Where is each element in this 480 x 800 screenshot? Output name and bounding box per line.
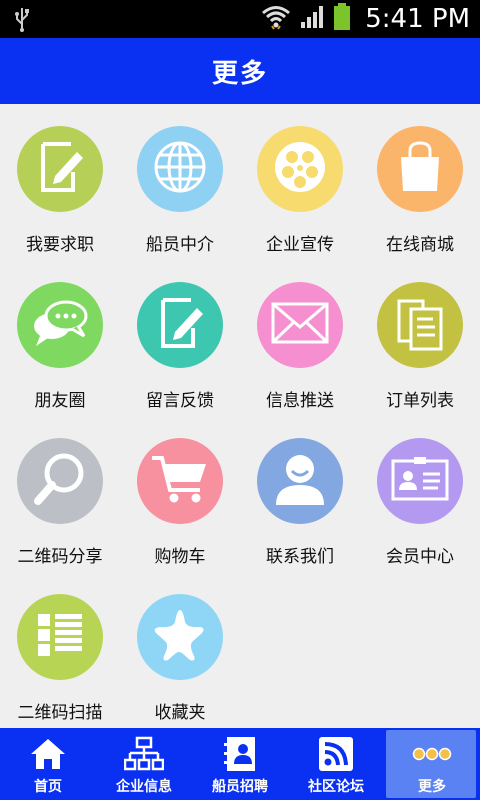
grid-item-qr-share[interactable]: 二维码分享: [0, 416, 120, 572]
grid-item-label: 留言反馈: [146, 391, 214, 411]
grid-circle: [17, 438, 103, 524]
tab-home[interactable]: 首页: [0, 728, 96, 800]
grid-circle: [137, 282, 223, 368]
grid-item-label: 我要求职: [26, 235, 94, 255]
tab-more[interactable]: 更多: [384, 728, 480, 800]
grid-circle: [17, 282, 103, 368]
list-grid-icon: [36, 612, 84, 662]
grid-item-favorites[interactable]: 收藏夹: [120, 572, 240, 728]
battery-icon: [333, 3, 351, 35]
tab-company-info[interactable]: 企业信息: [96, 728, 192, 800]
rss-icon: [288, 734, 384, 774]
shopping-bag-icon: [395, 139, 445, 199]
grid-item-label: 企业宣传: [266, 235, 334, 255]
feature-grid: 我要求职 船员中介 企业宣传 在线商城 朋友圈 留言反馈 信息推送 订单列表 二…: [0, 104, 480, 728]
grid-item-feedback[interactable]: 留言反馈: [120, 260, 240, 416]
status-bar: 5:41 PM: [0, 0, 480, 38]
id-card-icon: [390, 456, 450, 506]
home-icon: [0, 734, 96, 774]
grid-item-qr-scan[interactable]: 二维码扫描: [0, 572, 120, 728]
grid-circle: [17, 594, 103, 680]
star-icon: [150, 606, 210, 668]
shopping-cart-icon: [150, 452, 210, 510]
grid-item-promotion[interactable]: 企业宣传: [240, 104, 360, 260]
tab-label: 企业信息: [116, 779, 172, 795]
magnifier-icon: [32, 451, 88, 511]
envelope-icon: [270, 301, 330, 349]
grid-circle: [377, 438, 463, 524]
grid-circle: [257, 438, 343, 524]
page-title: 更多: [211, 58, 268, 89]
clock-time: 5:41 PM: [365, 4, 470, 34]
grid-item-label: 二维码分享: [17, 547, 103, 567]
grid-item-order-list[interactable]: 订单列表: [360, 260, 480, 416]
tab-label: 首页: [34, 779, 62, 795]
grid-item-job-seeking[interactable]: 我要求职: [0, 104, 120, 260]
grid-circle: [377, 282, 463, 368]
grid-item-label: 二维码扫描: [17, 703, 103, 723]
grid-circle: [377, 126, 463, 212]
grid-item-contact-us[interactable]: 联系我们: [240, 416, 360, 572]
grid-item-push-notifications[interactable]: 信息推送: [240, 260, 360, 416]
film-reel-icon: [272, 139, 328, 199]
contacts-book-icon: [192, 734, 288, 774]
grid-circle: [137, 126, 223, 212]
grid-item-label: 在线商城: [386, 235, 454, 255]
tab-label: 船员招聘: [212, 779, 268, 795]
tab-label: 更多: [418, 779, 446, 795]
org-chart-icon: [96, 734, 192, 774]
grid-item-label: 信息推送: [266, 391, 334, 411]
tab-community-forum[interactable]: 社区论坛: [288, 728, 384, 800]
tab-crew-recruitment[interactable]: 船员招聘: [192, 728, 288, 800]
edit-note-icon: [153, 296, 207, 354]
wifi-icon: [261, 4, 291, 34]
grid-circle: [257, 126, 343, 212]
page-header: 更多: [0, 38, 480, 104]
grid-item-online-mall[interactable]: 在线商城: [360, 104, 480, 260]
globe-icon: [152, 139, 208, 199]
tab-label: 社区论坛: [308, 779, 364, 795]
grid-item-cart[interactable]: 购物车: [120, 416, 240, 572]
user-icon: [272, 451, 328, 511]
grid-item-label: 购物车: [154, 547, 206, 567]
grid-item-label: 会员中心: [386, 547, 454, 567]
grid-circle: [17, 126, 103, 212]
grid-circle: [257, 282, 343, 368]
grid-item-label: 朋友圈: [34, 391, 86, 411]
grid-item-crew-agency[interactable]: 船员中介: [120, 104, 240, 260]
signal-icon: [299, 4, 325, 34]
grid-circle: [137, 438, 223, 524]
grid-item-label: 收藏夹: [154, 703, 206, 723]
grid-circle: [137, 594, 223, 680]
grid-item-label: 联系我们: [266, 547, 334, 567]
usb-icon: [14, 6, 30, 36]
grid-item-member-center[interactable]: 会员中心: [360, 416, 480, 572]
edit-document-icon: [33, 140, 87, 198]
chat-bubbles-icon: [30, 296, 90, 354]
bottom-tab-bar: 首页 企业信息 船员招聘 社区论坛 更多: [0, 728, 480, 800]
documents-icon: [395, 295, 445, 355]
grid-item-label: 订单列表: [386, 391, 454, 411]
grid-item-moments[interactable]: 朋友圈: [0, 260, 120, 416]
more-dots-icon: [384, 734, 480, 774]
grid-item-label: 船员中介: [146, 235, 214, 255]
